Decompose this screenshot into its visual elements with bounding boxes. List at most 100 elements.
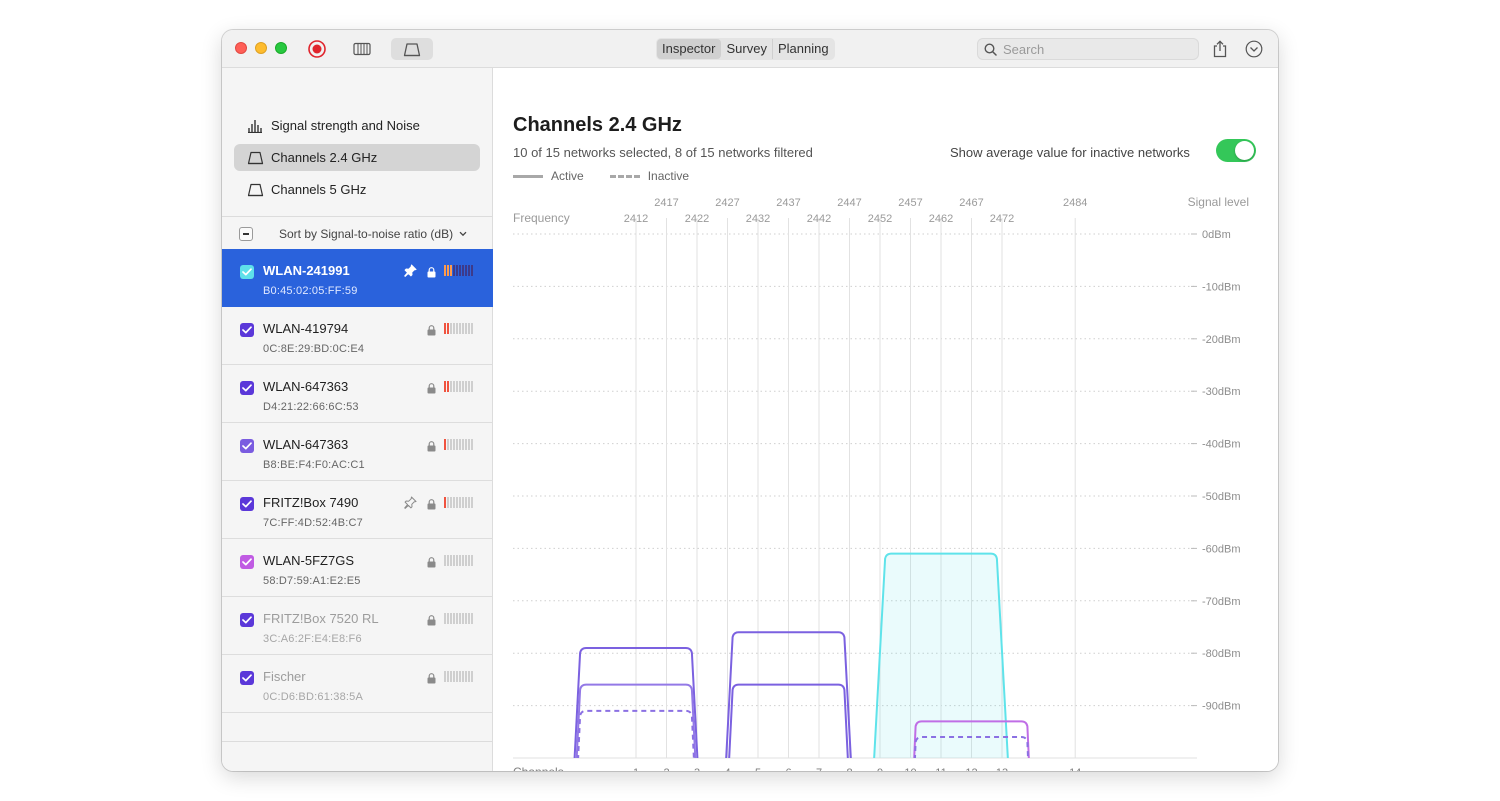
frequency-label: 2462 xyxy=(929,213,953,225)
frequency-label: 2427 xyxy=(715,197,739,209)
frequency-label: 2417 xyxy=(654,197,678,209)
frequency-label: 2472 xyxy=(990,213,1014,225)
search-input[interactable] xyxy=(1003,41,1183,57)
network-row[interactable]: WLAN-647363 D4:21:22:66:6C:53 xyxy=(222,365,493,423)
record-button[interactable] xyxy=(305,38,329,60)
close-window-button[interactable] xyxy=(235,42,247,54)
signal-bar xyxy=(459,497,461,508)
network-checkbox[interactable] xyxy=(240,555,254,569)
columns-icon xyxy=(353,42,371,56)
signal-bar xyxy=(450,613,452,624)
signal-bar xyxy=(471,439,473,450)
more-options-button[interactable] xyxy=(1244,39,1264,59)
pin-icon[interactable] xyxy=(404,496,417,509)
network-row[interactable]: WLAN-241991 B0:45:02:05:FF:59 xyxy=(222,249,493,307)
lock-icon xyxy=(427,265,436,278)
signal-bar xyxy=(456,555,458,566)
signal-bar xyxy=(459,381,461,392)
signal-axis-title: Signal level xyxy=(1188,195,1249,209)
signal-bar xyxy=(444,555,446,566)
network-row[interactable]: WLAN-5FZ7GS 58:D7:59:A1:E2:E5 xyxy=(222,539,493,597)
pin-icon[interactable] xyxy=(404,264,417,277)
signal-bar xyxy=(459,265,461,276)
signal-bar xyxy=(465,555,467,566)
channel-label: 11 xyxy=(935,767,946,771)
network-checkbox[interactable] xyxy=(240,381,254,395)
signal-bar xyxy=(471,381,473,392)
lock-icon xyxy=(427,555,436,568)
sidebar-item-channels-5[interactable]: Channels 5 GHz xyxy=(234,176,480,203)
signal-bar xyxy=(450,323,452,334)
network-checkbox[interactable] xyxy=(240,613,254,627)
tab-inspector[interactable]: Inspector xyxy=(657,39,722,59)
network-row[interactable]: WLAN-419794 0C:8E:29:BD:0C:E4 xyxy=(222,307,493,365)
signal-bar xyxy=(468,613,470,624)
signal-bar xyxy=(471,265,473,276)
signal-bar xyxy=(444,671,446,682)
network-row[interactable]: Fischer 0C:D6:BD:61:38:5A xyxy=(222,655,493,713)
app-window: Inspector Survey Planning Search Signal … xyxy=(222,30,1278,771)
channel-icon xyxy=(246,150,264,166)
signal-bar xyxy=(444,381,446,392)
channels-view-button[interactable] xyxy=(391,38,433,60)
channels-axis-title: Channels xyxy=(513,765,564,771)
signal-bar xyxy=(462,265,464,276)
minimize-window-button[interactable] xyxy=(255,42,267,54)
network-name: Fischer xyxy=(263,669,306,684)
signal-bar xyxy=(453,671,455,682)
checkmark-icon xyxy=(242,384,252,392)
chevron-down-icon xyxy=(459,231,467,237)
network-name: FRITZ!Box 7520 RL xyxy=(263,611,379,626)
tab-planning[interactable]: Planning xyxy=(773,39,834,59)
signal-bar xyxy=(468,381,470,392)
signal-bar xyxy=(456,323,458,334)
signal-bar xyxy=(459,439,461,450)
signal-bars xyxy=(444,555,473,566)
channel-label: 6 xyxy=(785,767,791,771)
network-name: WLAN-5FZ7GS xyxy=(263,553,355,568)
network-mac: B8:BE:F4:F0:AC:C1 xyxy=(263,459,365,471)
tab-survey[interactable]: Survey xyxy=(721,39,773,59)
sidebar-item-channels-24[interactable]: Channels 2.4 GHz xyxy=(234,144,480,171)
signal-bars xyxy=(444,323,473,334)
channel-icon xyxy=(403,42,421,56)
zoom-window-button[interactable] xyxy=(275,42,287,54)
lock-icon xyxy=(427,381,436,394)
sidebar-item-signal-strength[interactable]: Signal strength and Noise xyxy=(234,112,480,139)
y-tick-label: -50dBm xyxy=(1202,491,1241,503)
sidebar-item-label: Signal strength and Noise xyxy=(271,118,420,133)
signal-bar xyxy=(462,323,464,334)
channel-label: 1 xyxy=(633,767,639,771)
network-checkbox[interactable] xyxy=(240,265,254,279)
network-checkbox[interactable] xyxy=(240,439,254,453)
sidebar-divider xyxy=(222,216,493,217)
signal-bars xyxy=(444,497,473,508)
signal-bar xyxy=(465,381,467,392)
channels-chart: 0dBm -10dBm -20dBm -30dBm -40dBm -50dBm -60dBm… xyxy=(513,195,1249,771)
signal-bar xyxy=(447,613,449,624)
signal-bar xyxy=(453,497,455,508)
network-row[interactable]: WLAN-647363 B8:BE:F4:F0:AC:C1 xyxy=(222,423,493,481)
network-checkbox[interactable] xyxy=(240,323,254,337)
network-name: WLAN-241991 xyxy=(263,263,350,278)
network-checkbox[interactable] xyxy=(240,671,254,685)
signal-bar xyxy=(444,265,446,276)
signal-bar xyxy=(468,555,470,566)
share-button[interactable] xyxy=(1210,39,1230,59)
signal-bar xyxy=(447,439,449,450)
signal-bar xyxy=(444,323,446,334)
signal-bar xyxy=(453,381,455,392)
network-row[interactable]: FRITZ!Box 7520 RL 3C:A6:2F:E4:E8:F6 xyxy=(222,597,493,655)
channel-label: 3 xyxy=(694,767,700,771)
signal-bars xyxy=(444,439,473,450)
network-row[interactable]: FRITZ!Box 7490 7C:FF:4D:52:4B:C7 xyxy=(222,481,493,539)
lock-icon xyxy=(427,497,436,510)
signal-bar xyxy=(456,381,458,392)
network-checkbox[interactable] xyxy=(240,497,254,511)
checkmark-icon xyxy=(242,442,252,450)
select-all-checkbox[interactable] xyxy=(239,227,253,241)
columns-view-button[interactable] xyxy=(350,38,374,60)
y-tick-label: -60dBm xyxy=(1202,543,1241,555)
signal-bars xyxy=(444,613,473,624)
sort-menu[interactable]: Sort by Signal-to-noise ratio (dB) xyxy=(279,227,467,241)
